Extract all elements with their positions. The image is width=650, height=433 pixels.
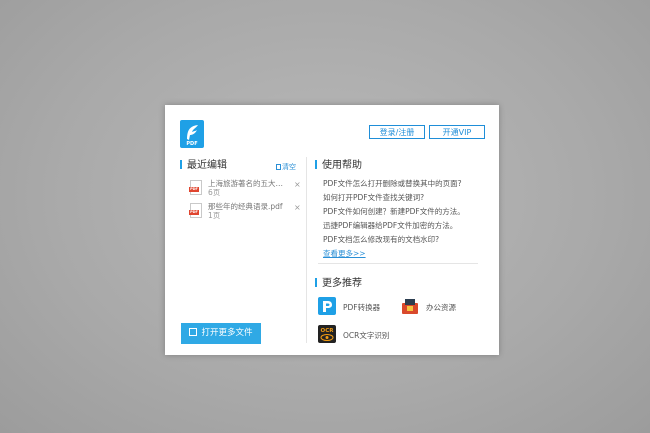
file-page-count: 1页 (208, 211, 221, 220)
section-divider (318, 263, 478, 264)
recommend-section-title: 更多推荐 (315, 278, 362, 290)
start-dialog: PDF 登录/注册 开通VIP 最近编辑 清空 PDF 上海旅游著名的五大景点 … (165, 105, 499, 355)
app-logo: PDF (180, 120, 204, 148)
ocr-icon: OCR (318, 325, 336, 343)
recommend-ocr[interactable]: OCR OCR文字识别 (318, 325, 408, 345)
login-register-button[interactable]: 登录/注册 (369, 125, 425, 139)
open-more-files-button[interactable]: 打开更多文件 (181, 323, 261, 344)
help-link[interactable]: 迅捷PDF编辑器给PDF文件加密的方法。 (323, 221, 457, 231)
recommend-office-resource[interactable]: 办公资源 (401, 297, 476, 317)
file-name: 上海旅游著名的五大景点 (208, 179, 290, 188)
help-link[interactable]: PDF文件怎么打开删除或替换其中的页面? (323, 179, 462, 189)
column-divider (306, 157, 307, 343)
clear-label: 清空 (282, 163, 296, 171)
office-resource-icon (401, 297, 419, 315)
clear-recent-link[interactable]: 清空 (276, 162, 296, 172)
recent-section-title: 最近编辑 (180, 160, 227, 172)
logo-text: PDF (186, 141, 198, 147)
section-bar (315, 160, 317, 169)
remove-file-icon[interactable]: × (294, 204, 301, 212)
pdf-file-icon: PDF (189, 203, 202, 218)
recent-file-item[interactable]: PDF 上海旅游著名的五大景点 6页 × (189, 179, 301, 199)
recommend-label: OCR文字识别 (343, 331, 390, 340)
open-more-label: 打开更多文件 (201, 328, 253, 338)
recommend-label: PDF转换器 (343, 303, 381, 312)
section-bar (315, 278, 317, 287)
recommend-label: 办公资源 (426, 303, 456, 312)
file-page-count: 6页 (208, 188, 221, 197)
recent-file-item[interactable]: PDF 那些年的经典语录.pdf 1页 × (189, 202, 301, 222)
remove-file-icon[interactable]: × (294, 181, 301, 189)
view-more-link[interactable]: 查看更多>> (323, 248, 366, 259)
file-name: 那些年的经典语录.pdf (208, 202, 283, 211)
recent-title-text: 最近编辑 (187, 160, 227, 171)
help-link[interactable]: 如何打开PDF文件查找关键词? (323, 193, 424, 203)
recommend-pdf-converter[interactable]: PDF转换器 (318, 297, 398, 317)
help-title-text: 使用帮助 (322, 160, 362, 171)
help-section-title: 使用帮助 (315, 160, 362, 172)
open-vip-button[interactable]: 开通VIP (429, 125, 485, 139)
pdf-converter-icon (318, 297, 336, 315)
open-file-icon (189, 328, 198, 336)
trash-icon (276, 164, 281, 170)
recommend-title-text: 更多推荐 (322, 278, 362, 289)
section-bar (180, 160, 182, 169)
pdf-file-icon: PDF (189, 180, 202, 195)
help-link[interactable]: PDF文档怎么修改现有的文档水印? (323, 235, 439, 245)
svg-text:OCR: OCR (321, 328, 335, 334)
help-link[interactable]: PDF文件如何创建？新建PDF文件的方法。 (323, 207, 465, 217)
